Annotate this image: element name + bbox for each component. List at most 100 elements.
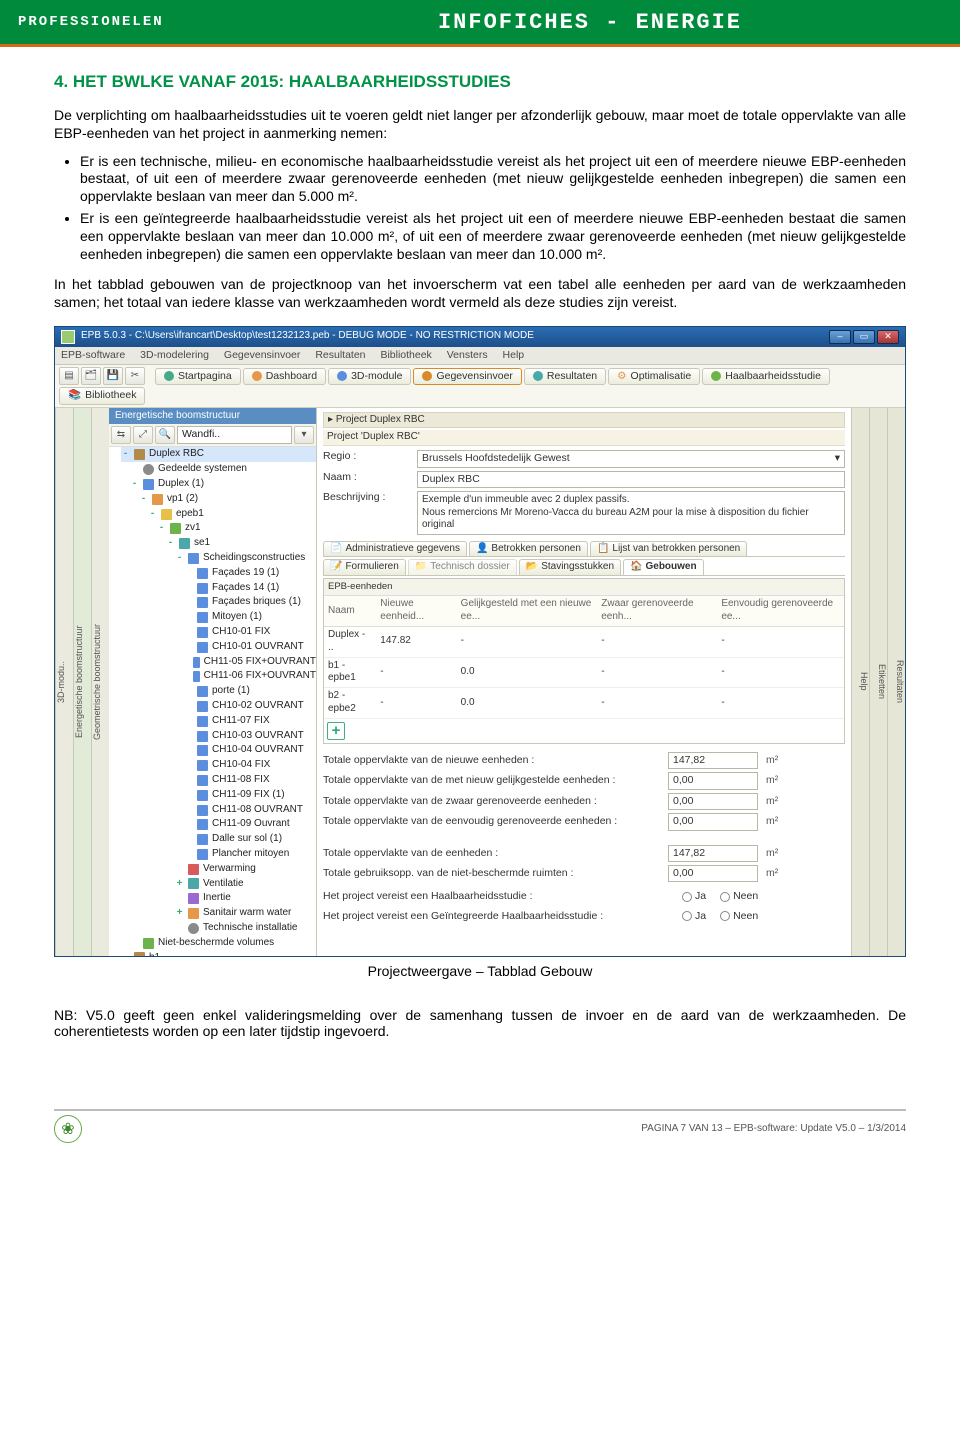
- tree-tool[interactable]: ▾: [294, 426, 314, 444]
- table-row[interactable]: b2 - epbe2-0.0--: [324, 688, 844, 719]
- tree-item[interactable]: Façades 19 (1): [121, 566, 316, 581]
- menu-item[interactable]: EPB-software: [61, 349, 125, 361]
- subtab-personen[interactable]: 👤 Betrokken personen: [469, 541, 588, 557]
- radio-yes[interactable]: Ja: [682, 910, 706, 923]
- tree-item[interactable]: CH10-04 FIX: [121, 758, 316, 773]
- regio-select[interactable]: Brussels Hoofdstedelijk Gewest▾: [417, 450, 845, 467]
- menu-item[interactable]: Help: [503, 349, 525, 361]
- tree-item[interactable]: Mitoyen (1): [121, 610, 316, 625]
- tree-item[interactable]: -Duplex RBC: [121, 447, 316, 462]
- menu-item[interactable]: Bibliotheek: [380, 349, 431, 361]
- tab-3d-module[interactable]: 3D-module: [328, 368, 411, 385]
- tree-root[interactable]: -Duplex RBC Gedeelde systemen-Duplex (1)…: [109, 447, 316, 955]
- tree-item[interactable]: Inertie: [121, 891, 316, 906]
- tree-item[interactable]: CH10-01 OUVRANT: [121, 640, 316, 655]
- total-value[interactable]: 147,82: [668, 845, 758, 862]
- close-button[interactable]: ✕: [877, 330, 899, 344]
- tree-item[interactable]: Façades briques (1): [121, 595, 316, 610]
- menu-item[interactable]: Vensters: [447, 349, 488, 361]
- tree-item[interactable]: porte (1): [121, 684, 316, 699]
- tree-item[interactable]: -Scheidingsconstructies: [121, 551, 316, 566]
- table-row[interactable]: b1 - epbe1-0.0--: [324, 657, 844, 688]
- tree-item[interactable]: Plancher mitoyen: [121, 847, 316, 862]
- tree-item[interactable]: CH11-07 FIX: [121, 714, 316, 729]
- menu-item[interactable]: Resultaten: [315, 349, 365, 361]
- radio-no[interactable]: Neen: [720, 910, 758, 923]
- tree-item[interactable]: Verwarming: [121, 862, 316, 877]
- left-strip-energ[interactable]: Energetische boomstructuur: [73, 408, 91, 956]
- subtab-formulieren[interactable]: 📝 Formulieren: [323, 559, 406, 575]
- tree-item[interactable]: -Duplex (1): [121, 477, 316, 492]
- total-value[interactable]: 0,00: [668, 813, 758, 830]
- tree-item[interactable]: Technische installatie: [121, 921, 316, 936]
- tree-item[interactable]: -epeb1: [121, 507, 316, 522]
- subtab-stavings[interactable]: 📂 Stavingsstukken: [519, 559, 621, 575]
- right-strip-help[interactable]: Help: [851, 408, 869, 956]
- total-value[interactable]: 147,82: [668, 752, 758, 769]
- tree-item[interactable]: +Ventilatie: [121, 877, 316, 892]
- tree-item[interactable]: CH11-06 FIX+OUVRANT: [121, 669, 316, 684]
- window-titlebar[interactable]: EPB 5.0.3 - C:\Users\ifrancart\Desktop\t…: [55, 327, 905, 347]
- subtab-admin[interactable]: 📄 Administratieve gegevens: [323, 541, 467, 557]
- toolbar-button[interactable]: ✂: [125, 367, 145, 385]
- maximize-button[interactable]: ▭: [853, 330, 875, 344]
- radio-yes[interactable]: Ja: [682, 890, 706, 903]
- tree-item[interactable]: CH10-03 OUVRANT: [121, 729, 316, 744]
- tree-search-input[interactable]: Wandfi..: [177, 426, 292, 444]
- tree-item[interactable]: -b1: [121, 951, 316, 956]
- tree-item[interactable]: +Sanitair warm water: [121, 906, 316, 921]
- tab-startpagina[interactable]: Startpagina: [155, 368, 241, 385]
- tab-dashboard[interactable]: Dashboard: [243, 368, 326, 385]
- right-strip-etiketten[interactable]: Etiketten: [869, 408, 887, 956]
- tab-bibliotheek[interactable]: 📚Bibliotheek: [59, 387, 145, 404]
- breadcrumb-sub: Project 'Duplex RBC': [323, 430, 845, 446]
- tree-item[interactable]: CH11-08 OUVRANT: [121, 803, 316, 818]
- tree-item[interactable]: Gedeelde systemen: [121, 462, 316, 477]
- tree-item[interactable]: Niet-beschermde volumes: [121, 936, 316, 951]
- beschrijving-textarea[interactable]: Exemple d'un immeuble avec 2 duplex pass…: [417, 491, 845, 535]
- radio-no[interactable]: Neen: [720, 890, 758, 903]
- add-row-button[interactable]: +: [327, 722, 345, 740]
- tree-item[interactable]: -se1: [121, 536, 316, 551]
- left-strip-3d[interactable]: 3D-modu..: [55, 408, 73, 956]
- subtab-gebouwen[interactable]: 🏠 Gebouwen: [623, 559, 704, 575]
- total-value[interactable]: 0,00: [668, 772, 758, 789]
- left-strip-geom[interactable]: Geometrische boomstructuur: [91, 408, 109, 956]
- tree-item[interactable]: Façades 14 (1): [121, 581, 316, 596]
- page-footer: ❀ PAGINA 7 VAN 13 – EPB-software: Update…: [0, 1111, 960, 1153]
- tree-item[interactable]: -vp1 (2): [121, 492, 316, 507]
- total-value[interactable]: 0,00: [668, 865, 758, 882]
- toolbar-button[interactable]: 💾: [103, 367, 123, 385]
- toolbar-button[interactable]: ▤: [59, 367, 79, 385]
- tree-item[interactable]: CH11-05 FIX+OUVRANT: [121, 655, 316, 670]
- tree-item[interactable]: Dalle sur sol (1): [121, 832, 316, 847]
- tree-tool[interactable]: ⇆: [111, 426, 131, 444]
- total-value[interactable]: 0,00: [668, 793, 758, 810]
- tree-item[interactable]: CH11-09 Ouvrant: [121, 817, 316, 832]
- tree-item[interactable]: CH10-01 FIX: [121, 625, 316, 640]
- naam-input[interactable]: Duplex RBC: [417, 471, 845, 488]
- toolbar-button[interactable]: 🗂: [81, 367, 101, 385]
- tab-haalbaarheidsstudie[interactable]: Haalbaarheidsstudie: [702, 368, 830, 385]
- tab-resultaten[interactable]: Resultaten: [524, 368, 606, 385]
- minimize-button[interactable]: –: [829, 330, 851, 344]
- table-row[interactable]: Duplex - ..147.82---: [324, 627, 844, 658]
- tab-gegevensinvoer[interactable]: Gegevensinvoer: [413, 368, 521, 385]
- tree-item[interactable]: CH10-02 OUVRANT: [121, 699, 316, 714]
- tree-tool[interactable]: 🔍: [155, 426, 175, 444]
- subtab-technisch[interactable]: 📁 Technisch dossier: [408, 559, 517, 575]
- tab-optimalisatie[interactable]: ⚙Optimalisatie: [608, 368, 700, 385]
- banner-left: PROFESSIONELEN: [18, 14, 238, 30]
- tree-item[interactable]: CH11-08 FIX: [121, 773, 316, 788]
- menu-item[interactable]: 3D-modelering: [140, 349, 209, 361]
- subtab-lijst[interactable]: 📋 Lijst van betrokken personen: [590, 541, 747, 557]
- section-heading: 4. HET BWLKE VANAF 2015: HAALBAARHEIDSST…: [54, 71, 906, 93]
- tree-tool[interactable]: ⤢: [133, 426, 153, 444]
- menu-bar[interactable]: EPB-software 3D-modelering Gegevensinvoe…: [55, 347, 905, 365]
- right-strip-resultaten[interactable]: Resultaten: [887, 408, 905, 956]
- grid-title: EPB-eenheden: [324, 579, 844, 596]
- tree-item[interactable]: -zv1: [121, 521, 316, 536]
- tree-item[interactable]: CH11-09 FIX (1): [121, 788, 316, 803]
- menu-item[interactable]: Gegevensinvoer: [224, 349, 300, 361]
- tree-item[interactable]: CH10-04 OUVRANT: [121, 743, 316, 758]
